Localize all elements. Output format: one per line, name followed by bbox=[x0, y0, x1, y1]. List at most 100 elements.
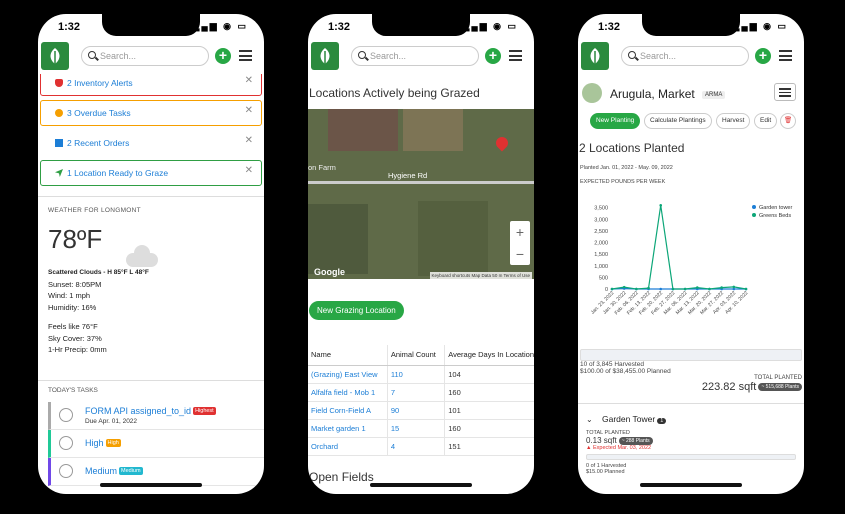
zoom-in-button[interactable]: + bbox=[510, 221, 530, 243]
weather-feels: Feels like 76°F bbox=[48, 322, 98, 331]
location-link[interactable]: Orchard bbox=[308, 437, 388, 456]
search-icon bbox=[88, 51, 96, 59]
alert-overdue[interactable]: 3 Overdue Tasks ✕ bbox=[40, 100, 262, 126]
garden-tower-section[interactable]: ⌄ Garden Tower 1 TOTAL PLANTED 0.13 sqft ~… bbox=[578, 403, 804, 475]
page-title: Locations Actively being Grazed bbox=[309, 86, 480, 100]
animal-count-link[interactable]: 15 bbox=[386, 419, 445, 438]
task-item[interactable]: Medium Medium bbox=[48, 457, 264, 486]
app-logo[interactable] bbox=[41, 42, 69, 70]
task-title[interactable]: FORM API assigned_to_id bbox=[85, 406, 191, 416]
column-header[interactable]: Animal Count bbox=[386, 345, 445, 366]
data-point bbox=[647, 286, 650, 290]
menu-icon[interactable] bbox=[779, 50, 792, 61]
task-checkbox[interactable] bbox=[59, 463, 73, 478]
task-item[interactable]: FORM API assigned_to_id Highest Due Apr. … bbox=[48, 401, 264, 430]
app-logo[interactable] bbox=[581, 42, 609, 70]
avg-days: 101 bbox=[444, 401, 534, 420]
new-grazing-location-button[interactable]: New Grazing Location bbox=[309, 301, 404, 320]
task-checkbox[interactable] bbox=[59, 407, 73, 422]
road bbox=[308, 181, 534, 184]
crop-actions: New Planting Calculate Plantings Harvest… bbox=[590, 113, 804, 129]
new-planting-button[interactable]: New Planting bbox=[590, 113, 641, 129]
alert-label: 3 Overdue Tasks bbox=[67, 108, 131, 118]
table-row: (Grazing) East View 110 104 bbox=[308, 365, 534, 384]
animal-count-link[interactable]: 90 bbox=[386, 401, 445, 420]
data-point bbox=[720, 286, 723, 289]
calculate-plantings-button[interactable]: Calculate Plantings bbox=[644, 113, 712, 129]
y-tick-label: 3,000 bbox=[594, 217, 608, 223]
y-tick-label: 1,500 bbox=[594, 252, 608, 258]
menu-icon[interactable] bbox=[509, 50, 522, 61]
chart-svg: 3,5003,0002,5002,0001,5001,0005000Jan. 2… bbox=[590, 204, 792, 316]
leaf-icon bbox=[320, 48, 330, 64]
task-checkbox[interactable] bbox=[59, 435, 73, 450]
alert-inventory[interactable]: 2 Inventory Alerts ✕ bbox=[40, 74, 262, 96]
add-button[interactable]: + bbox=[755, 48, 771, 64]
search-input[interactable]: Search... bbox=[351, 46, 479, 66]
app-logo[interactable] bbox=[311, 42, 339, 70]
menu-icon[interactable] bbox=[239, 50, 252, 61]
location-link[interactable]: Field Corn-Field A bbox=[308, 401, 388, 420]
chevron-down-icon[interactable]: ⌄ bbox=[586, 415, 593, 424]
column-header[interactable]: Name bbox=[308, 345, 388, 366]
y-tick-label: 2,500 bbox=[594, 229, 608, 235]
top-bar: Search... + bbox=[578, 42, 804, 72]
legend-swatch bbox=[752, 213, 756, 217]
animal-count-link[interactable]: 7 bbox=[386, 383, 445, 402]
map-pin-icon[interactable] bbox=[493, 134, 511, 152]
satellite-map[interactable]: Hygiene Rd on Farm + − Google Keyboard sh… bbox=[308, 109, 534, 279]
grazing-content: Locations Actively being Grazed Hygiene … bbox=[308, 74, 534, 494]
task-title[interactable]: High bbox=[85, 438, 104, 448]
task-item[interactable]: High High bbox=[48, 429, 264, 458]
animal-count-link[interactable]: 4 bbox=[386, 437, 445, 456]
add-button[interactable]: + bbox=[215, 48, 231, 64]
close-icon[interactable]: ✕ bbox=[245, 74, 253, 93]
crop-menu-icon[interactable] bbox=[774, 83, 796, 101]
close-icon[interactable]: ✕ bbox=[245, 159, 253, 183]
y-tick-label: 500 bbox=[599, 275, 608, 281]
map-attribution[interactable]: Keyboard shortcuts Map Data 50 m Terms o… bbox=[429, 272, 532, 279]
zoom-control[interactable]: + − bbox=[510, 221, 530, 265]
clock-icon bbox=[55, 109, 63, 117]
legend-label: Greens Beds bbox=[759, 213, 791, 219]
garden-planned: $15.00 Planned bbox=[586, 469, 625, 475]
harvest-button[interactable]: Harvest bbox=[716, 113, 751, 129]
animal-count-link[interactable]: 110 bbox=[386, 365, 445, 384]
data-point bbox=[695, 286, 699, 289]
location-link[interactable]: Alfalfa field - Mob 1 bbox=[308, 383, 388, 402]
screenshot-stage: 1:32 ▂▄▆ ◉ ▭ Search... + 2 Inventory Ale… bbox=[0, 0, 845, 514]
status-icons: ▂▄▆ ◉ ▭ bbox=[462, 21, 518, 31]
add-button[interactable]: + bbox=[485, 48, 501, 64]
store-icon bbox=[55, 139, 63, 147]
alert-graze[interactable]: 1 Location Ready to Graze ✕ bbox=[40, 160, 262, 186]
close-icon[interactable]: ✕ bbox=[245, 99, 253, 123]
alert-orders[interactable]: 2 Recent Orders ✕ bbox=[40, 130, 262, 156]
tasks-label: TODAY'S TASKS bbox=[48, 386, 98, 394]
edit-button[interactable]: Edit bbox=[754, 113, 778, 129]
status-time: 1:32 bbox=[328, 21, 351, 33]
status-icons: ▂▄▆ ◉ ▭ bbox=[192, 21, 248, 31]
zoom-out-button[interactable]: − bbox=[510, 243, 530, 265]
search-input[interactable]: Search... bbox=[81, 46, 209, 66]
harvest-progress-bar bbox=[580, 349, 802, 361]
crop-content: Arugula, Market ARMA New Planting Calcul… bbox=[578, 74, 804, 494]
y-tick-label: 3,500 bbox=[594, 206, 608, 212]
close-icon[interactable]: ✕ bbox=[245, 129, 253, 153]
location-link[interactable]: Market garden 1 bbox=[308, 419, 388, 438]
avg-days: 151 bbox=[444, 437, 534, 456]
column-header[interactable]: Average Days In Location bbox=[444, 345, 534, 366]
phone-crop-detail: 1:32 ▂▄▆ ◉ ▭ Search... + Arugula, Market… bbox=[578, 14, 804, 494]
total-planted-value: 223.82 sqft ~ 515,688 Plants bbox=[578, 381, 802, 393]
warning-icon: ▲ bbox=[586, 445, 593, 451]
location-link[interactable]: (Grazing) East View bbox=[308, 365, 388, 384]
plants-chip: ~ 288 Plants bbox=[618, 436, 653, 445]
open-fields-heading: Open Fields bbox=[309, 469, 374, 484]
home-indicator bbox=[100, 483, 202, 487]
home-indicator bbox=[370, 483, 472, 487]
weather-label: WEATHER FOR LONGMONT bbox=[48, 207, 141, 214]
search-input[interactable]: Search... bbox=[621, 46, 749, 66]
locations-title: 2 Locations Planted bbox=[579, 141, 685, 155]
trash-icon[interactable]: 🗑 bbox=[780, 113, 797, 129]
task-title[interactable]: Medium bbox=[85, 466, 117, 476]
location-name[interactable]: Garden Tower bbox=[602, 414, 655, 424]
